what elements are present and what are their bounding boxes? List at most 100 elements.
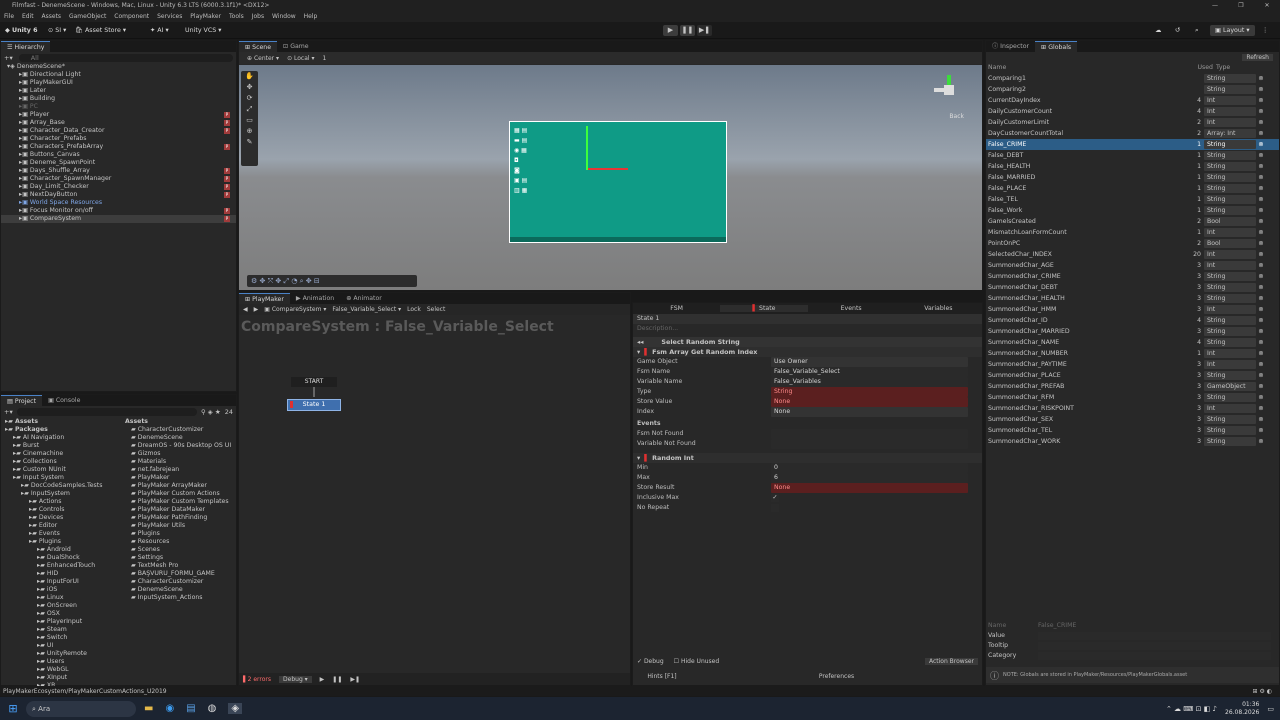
global-type-dropdown[interactable]: Bool	[1204, 217, 1256, 226]
global-type-dropdown[interactable]: String	[1204, 184, 1256, 193]
global-variable-row[interactable]: DailyCustomerCount 4 Int ⊗	[986, 106, 1279, 117]
description-field[interactable]: Description...	[633, 324, 678, 334]
maximize-button[interactable]: ❐	[1228, 0, 1254, 11]
global-type-dropdown[interactable]: String	[1204, 393, 1256, 402]
property-checkbox[interactable]: ✓	[771, 494, 779, 502]
si-button[interactable]: ⊙ SI ▾	[48, 25, 66, 36]
project-folder[interactable]: ▸▰ Steam	[1, 626, 119, 634]
global-variable-row[interactable]: False_MARRIED 1 String ⊗	[986, 172, 1279, 183]
global-variable-row[interactable]: PointOnPC 2 Bool ⊗	[986, 238, 1279, 249]
detail-tooltip-field[interactable]	[1038, 642, 1271, 650]
delete-icon[interactable]: ⊗	[1256, 249, 1266, 260]
project-folder[interactable]: ▸▰ Controls	[1, 506, 119, 514]
tab-game[interactable]: ⊡ Game	[277, 41, 315, 52]
asset-item[interactable]: ▰ CharacterCustomizer	[121, 426, 237, 434]
debug-step-icon[interactable]: ▶❚	[350, 676, 360, 683]
hierarchy-item[interactable]: ▸▣ Array_Base P	[1, 119, 236, 127]
delete-icon[interactable]: ⊗	[1256, 436, 1266, 447]
delete-icon[interactable]: ⊗	[1256, 348, 1266, 359]
preferences-button[interactable]: Preferences	[691, 673, 982, 680]
delete-icon[interactable]: ⊗	[1256, 117, 1266, 128]
ai-button[interactable]: ✦ AI ▾	[150, 25, 169, 36]
property-checkbox[interactable]	[771, 504, 779, 512]
global-variable-row[interactable]: SummonedChar_WORK 3 String ⊗	[986, 436, 1279, 447]
playmaker-icon[interactable]: P	[224, 128, 230, 134]
global-variable-row[interactable]: MismatchLoanFormCount 1 Int ⊗	[986, 227, 1279, 238]
delete-icon[interactable]: ⊗	[1256, 315, 1266, 326]
tab-events[interactable]: Events	[808, 305, 895, 312]
delete-icon[interactable]: ⊗	[1256, 381, 1266, 392]
notification-icon[interactable]: ▭	[1267, 705, 1274, 713]
global-variable-row[interactable]: False_PLACE 1 String ⊗	[986, 183, 1279, 194]
project-folder[interactable]: ▸▰ DocCodeSamples.Tests	[1, 482, 119, 490]
menu-playmaker[interactable]: PlayMaker	[190, 13, 221, 20]
space-dropdown[interactable]: ⊙ Local ▾	[287, 55, 314, 62]
global-variable-row[interactable]: DayCustomerCountTotal 2 Array: Int ⊗	[986, 128, 1279, 139]
asset-item[interactable]: ▰ PlayMaker DataMaker	[121, 506, 237, 514]
menu-jobs[interactable]: Jobs	[252, 13, 264, 20]
project-folder[interactable]: ▸▰ Custom NUnit	[1, 466, 119, 474]
debug-play-icon[interactable]: ▶	[320, 676, 325, 683]
taskbar-search[interactable]: ⌕ Ara	[26, 700, 136, 717]
asset-item[interactable]: ▰ PlayMaker PathFinding	[121, 514, 237, 522]
global-variable-row[interactable]: SummonedChar_RFM 3 String ⊗	[986, 392, 1279, 403]
property-value[interactable]: False_Variable_Select	[771, 367, 968, 377]
action-browser-button[interactable]: Action Browser	[924, 658, 978, 665]
project-folder[interactable]: ▸▰ Android	[1, 546, 119, 554]
property-value[interactable]: Use Owner	[771, 357, 968, 367]
play-icon[interactable]: ▶	[663, 25, 678, 36]
playmaker-icon[interactable]: P	[224, 168, 230, 174]
menu-assets[interactable]: Assets	[42, 13, 62, 20]
project-folder[interactable]: ▸▰ Linux	[1, 594, 119, 602]
fsm-name-dropdown[interactable]: False_Variable_Select ▾	[332, 306, 401, 313]
global-type-dropdown[interactable]: Int	[1204, 349, 1256, 358]
project-folder[interactable]: ▸▰ Plugins	[1, 538, 119, 546]
grid-snap[interactable]: 1	[322, 55, 326, 62]
orientation-gizmo[interactable]	[934, 75, 964, 105]
global-variable-row[interactable]: SelectedChar_INDEX 20 Int ⊗	[986, 249, 1279, 260]
filter-icons[interactable]: ⚲ ◈ ★	[201, 408, 221, 416]
global-variable-row[interactable]: False_Work 1 String ⊗	[986, 205, 1279, 216]
expand-icon[interactable]: ▾	[637, 347, 640, 357]
global-variable-row[interactable]: SummonedChar_RISKPOINT 3 Int ⊗	[986, 403, 1279, 414]
action-select-random-string[interactable]: ◂◂ Select Random String	[633, 337, 982, 347]
hierarchy-item[interactable]: ▸▣ Days_Shuffle_Array P	[1, 167, 236, 175]
delete-icon[interactable]: ⊗	[1256, 150, 1266, 161]
tab-scene[interactable]: ⊞ Scene	[239, 41, 278, 52]
asset-item[interactable]: ▰ CharacterCustomizer	[121, 578, 237, 586]
asset-item[interactable]: ▰ Plugins	[121, 530, 237, 538]
global-variable-row[interactable]: SummonedChar_DEBT 3 String ⊗	[986, 282, 1279, 293]
delete-icon[interactable]: ⊗	[1256, 425, 1266, 436]
project-folder[interactable]: ▸▰ Assets	[1, 418, 119, 426]
tab-fsm[interactable]: FSM	[633, 305, 720, 312]
global-variable-row[interactable]: SummonedChar_PREFAB 3 GameObject ⊗	[986, 381, 1279, 392]
add-icon[interactable]: +▾	[4, 54, 13, 62]
delete-icon[interactable]: ⊗	[1256, 205, 1266, 216]
delete-icon[interactable]: ⊗	[1256, 392, 1266, 403]
global-type-dropdown[interactable]: Int	[1204, 118, 1256, 127]
scene-viewport[interactable]: ✋ ✥ ⟳ ⤢ ▭ ⊕ ✎ ▦ ▤ ▬ ▤ ◉ ▦ ◘ ◙ ▣ ▤ ▥ ▦ Back ⚙ ✥ ⤧ ✥ ⤢…	[239, 65, 982, 290]
delete-icon[interactable]: ⊗	[1256, 414, 1266, 425]
delete-icon[interactable]: ⊗	[1256, 194, 1266, 205]
global-type-dropdown[interactable]: Int	[1204, 107, 1256, 116]
project-folder[interactable]: ▸▰ AI Navigation	[1, 434, 119, 442]
tab-project[interactable]: ▤ Project	[1, 395, 42, 406]
asset-item[interactable]: ▰ Resources	[121, 538, 237, 546]
github-icon[interactable]: ◍	[208, 703, 217, 714]
more-icon[interactable]: ⋮	[1262, 25, 1268, 36]
detail-category-field[interactable]	[1038, 652, 1271, 660]
property-value[interactable]: 6	[771, 473, 968, 483]
hierarchy-item[interactable]: ▸▣ Buttons_Canvas	[1, 151, 236, 159]
global-variable-row[interactable]: SummonedChar_ID 4 String ⊗	[986, 315, 1279, 326]
search-icon[interactable]: ⌕	[1195, 25, 1199, 36]
project-folder[interactable]: ▸▰ Users	[1, 658, 119, 666]
global-variable-row[interactable]: SummonedChar_CRIME 3 String ⊗	[986, 271, 1279, 282]
property-value[interactable]	[771, 439, 968, 449]
project-folder[interactable]: ▸▰ Collections	[1, 458, 119, 466]
menu-file[interactable]: File	[4, 13, 14, 20]
project-search-input[interactable]	[16, 407, 197, 416]
delete-icon[interactable]: ⊗	[1256, 271, 1266, 282]
tab-inspector[interactable]: ⓘ Inspector	[986, 41, 1035, 52]
hierarchy-item[interactable]: ▸▣ PlayMakerGUI	[1, 79, 236, 87]
unity-account-button[interactable]: ◆ Unity 6	[5, 25, 38, 36]
